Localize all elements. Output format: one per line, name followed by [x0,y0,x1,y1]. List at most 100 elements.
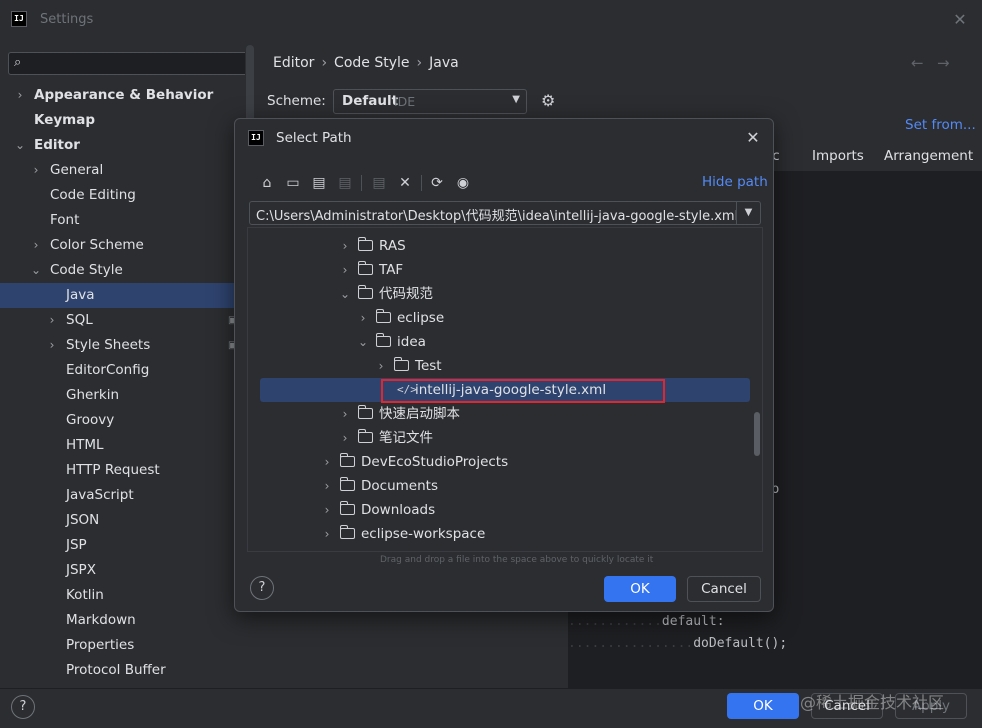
breadcrumb-editor[interactable]: Editor [273,55,314,71]
chevron-right-icon: › [324,503,330,517]
tree-item-devecostudioprojects[interactable]: › DevEcoStudioProjects [248,450,762,474]
gear-icon[interactable]: ⚙ [541,91,555,110]
sidebar-item-label: Code Editing [50,187,136,203]
tree-item-label: DevEcoStudioProjects [361,454,509,470]
tree-item-test[interactable]: › Test [248,354,762,378]
refresh-icon[interactable]: ⟳ [427,173,447,193]
annotation-highlight-box [381,379,665,403]
sidebar-item-appearance-behavior[interactable]: › Appearance & Behavior [0,83,245,108]
sidebar-item-editorconfig[interactable]: EditorConfig [0,358,245,383]
sidebar-item-label: Kotlin [66,587,104,603]
sidebar-item-code-style[interactable]: ⌄ Code Style [0,258,245,283]
sidebar-item-editor[interactable]: ⌄ Editor [0,133,245,158]
tree-item-label: Test [415,358,442,374]
sidebar-item-label: Font [50,212,80,228]
desktop-icon[interactable]: ▭ [283,173,303,193]
sidebar-item-sql[interactable]: › SQL ▣ [0,308,245,333]
tree-item-label: RAS [379,238,406,254]
back-arrow-icon[interactable]: ← [911,54,924,72]
sidebar-item-html[interactable]: HTML [0,433,245,458]
scheme-select[interactable]: Default IDE ▼ [333,89,527,114]
new-folder-icon[interactable]: ▤ [369,173,389,193]
sidebar-item-http-request[interactable]: HTTP Request [0,458,245,483]
sidebar-item-label: HTTP Request [66,462,160,478]
sidebar-item-jsp[interactable]: JSP [0,533,245,558]
chevron-right-icon: › [324,455,330,469]
chevron-down-icon: ⌄ [357,335,369,349]
help-button[interactable]: ? [250,576,274,600]
sidebar-item-jspx[interactable]: JSPX [0,558,245,583]
sidebar-item-style-sheets[interactable]: › Style Sheets ▣ [0,333,245,358]
sidebar-item-protocol-buffer[interactable]: Protocol Buffer [0,658,245,683]
code-text: doDefault(); [693,636,788,651]
chevron-right-icon: › [324,527,330,541]
dropdown-arrow-icon[interactable]: ▼ [736,202,760,224]
delete-icon[interactable]: ✕ [395,173,415,193]
tree-item-item[interactable]: › 笔记文件 [248,426,762,450]
sidebar-item-label: Groovy [66,412,115,428]
settings-sidebar: ⌕ › Appearance & Behavior Keymap ⌄ Editor › Ge… [0,40,245,688]
chevron-right-icon: › [324,479,330,493]
code-line: ................doDefault(); [568,633,787,655]
file-tree: › RAS › TAF ⌄ 代码规范 › eclipse ⌄ idea › Test </> intell… [247,227,763,552]
sidebar-item-label: General [50,162,104,178]
chevron-right-icon: › [342,263,348,277]
tree-item-idea[interactable]: ⌄ idea [248,330,762,354]
settings-footer: ? OK Cancel Apply @稀土掘金技术社区 [0,688,982,728]
sidebar-item-font[interactable]: Font [0,208,245,233]
ok-button[interactable]: OK [727,693,799,719]
scheme-label: Scheme: [267,93,326,109]
settings-titlebar: IJ Settings ✕ [0,0,982,40]
forward-arrow-icon[interactable]: → [937,54,950,72]
sidebar-item-code-editing[interactable]: Code Editing [0,183,245,208]
sidebar-item-groovy[interactable]: Groovy [0,408,245,433]
chevron-right-icon: › [33,238,39,252]
select-path-dialog: IJ Select Path ✕ ⌂ ▭ ▤ ▤ ▤ ✕ ⟳ ◉ Hide pa… [234,118,774,612]
set-from-link[interactable]: Set from... [905,117,976,133]
help-button[interactable]: ? [11,695,35,719]
chevron-right-icon: › [17,88,23,102]
sidebar-item-label: Style Sheets [66,337,151,353]
tree-item-eclipse-workspace[interactable]: › eclipse-workspace [248,522,762,546]
sidebar-item-label: Properties [66,637,135,653]
sidebar-item-gherkin[interactable]: Gherkin [0,383,245,408]
home-icon[interactable]: ⌂ [257,173,277,193]
close-window-icon[interactable]: ✕ [950,10,970,30]
path-input[interactable]: C:\Users\Administrator\Desktop\代码规范\idea… [249,201,761,225]
tree-item-taf[interactable]: › TAF [248,258,762,282]
folder-icon [375,333,391,347]
sidebar-item-color-scheme[interactable]: › Color Scheme [0,233,245,258]
show-hidden-icon[interactable]: ◉ [453,173,473,193]
tree-item-label: TAF [379,262,404,278]
sidebar-item-properties[interactable]: Properties [0,633,245,658]
project-folder-icon[interactable]: ▤ [309,173,329,193]
tree-item-ras[interactable]: › RAS [248,234,762,258]
folder-icon [339,477,355,491]
breadcrumb-code-style[interactable]: Code Style [334,55,409,71]
sidebar-item-general[interactable]: › General [0,158,245,183]
tab-imports[interactable]: Imports [812,148,864,164]
sidebar-item-kotlin[interactable]: Kotlin [0,583,245,608]
settings-search-input[interactable]: ⌕ [8,52,245,75]
sidebar-item-java[interactable]: Java [0,283,245,308]
hide-path-link[interactable]: Hide path [702,174,768,190]
tree-item-downloads[interactable]: › Downloads [248,498,762,522]
tree-item-eclipse[interactable]: › eclipse [248,306,762,330]
tree-item-label: eclipse [397,310,445,326]
sidebar-item-keymap[interactable]: Keymap [0,108,245,133]
tab-arrangement[interactable]: Arrangement [884,148,973,164]
tree-item-item[interactable]: ⌄ 代码规范 [248,282,762,306]
file-tree-scrollbar[interactable] [754,412,760,456]
cancel-button[interactable]: Cancel [687,576,761,602]
folder-icon [339,453,355,467]
sidebar-item-markdown[interactable]: Markdown [0,608,245,633]
module-folder-icon[interactable]: ▤ [335,173,355,193]
ok-button[interactable]: OK [604,576,676,602]
close-dialog-icon[interactable]: ✕ [743,128,763,148]
tree-item-item[interactable]: › 快速启动脚本 [248,402,762,426]
sidebar-item-javascript[interactable]: JavaScript [0,483,245,508]
tree-item-documents[interactable]: › Documents [248,474,762,498]
chevron-right-icon: › [378,359,384,373]
sidebar-item-json[interactable]: JSON [0,508,245,533]
folder-icon [357,429,373,443]
